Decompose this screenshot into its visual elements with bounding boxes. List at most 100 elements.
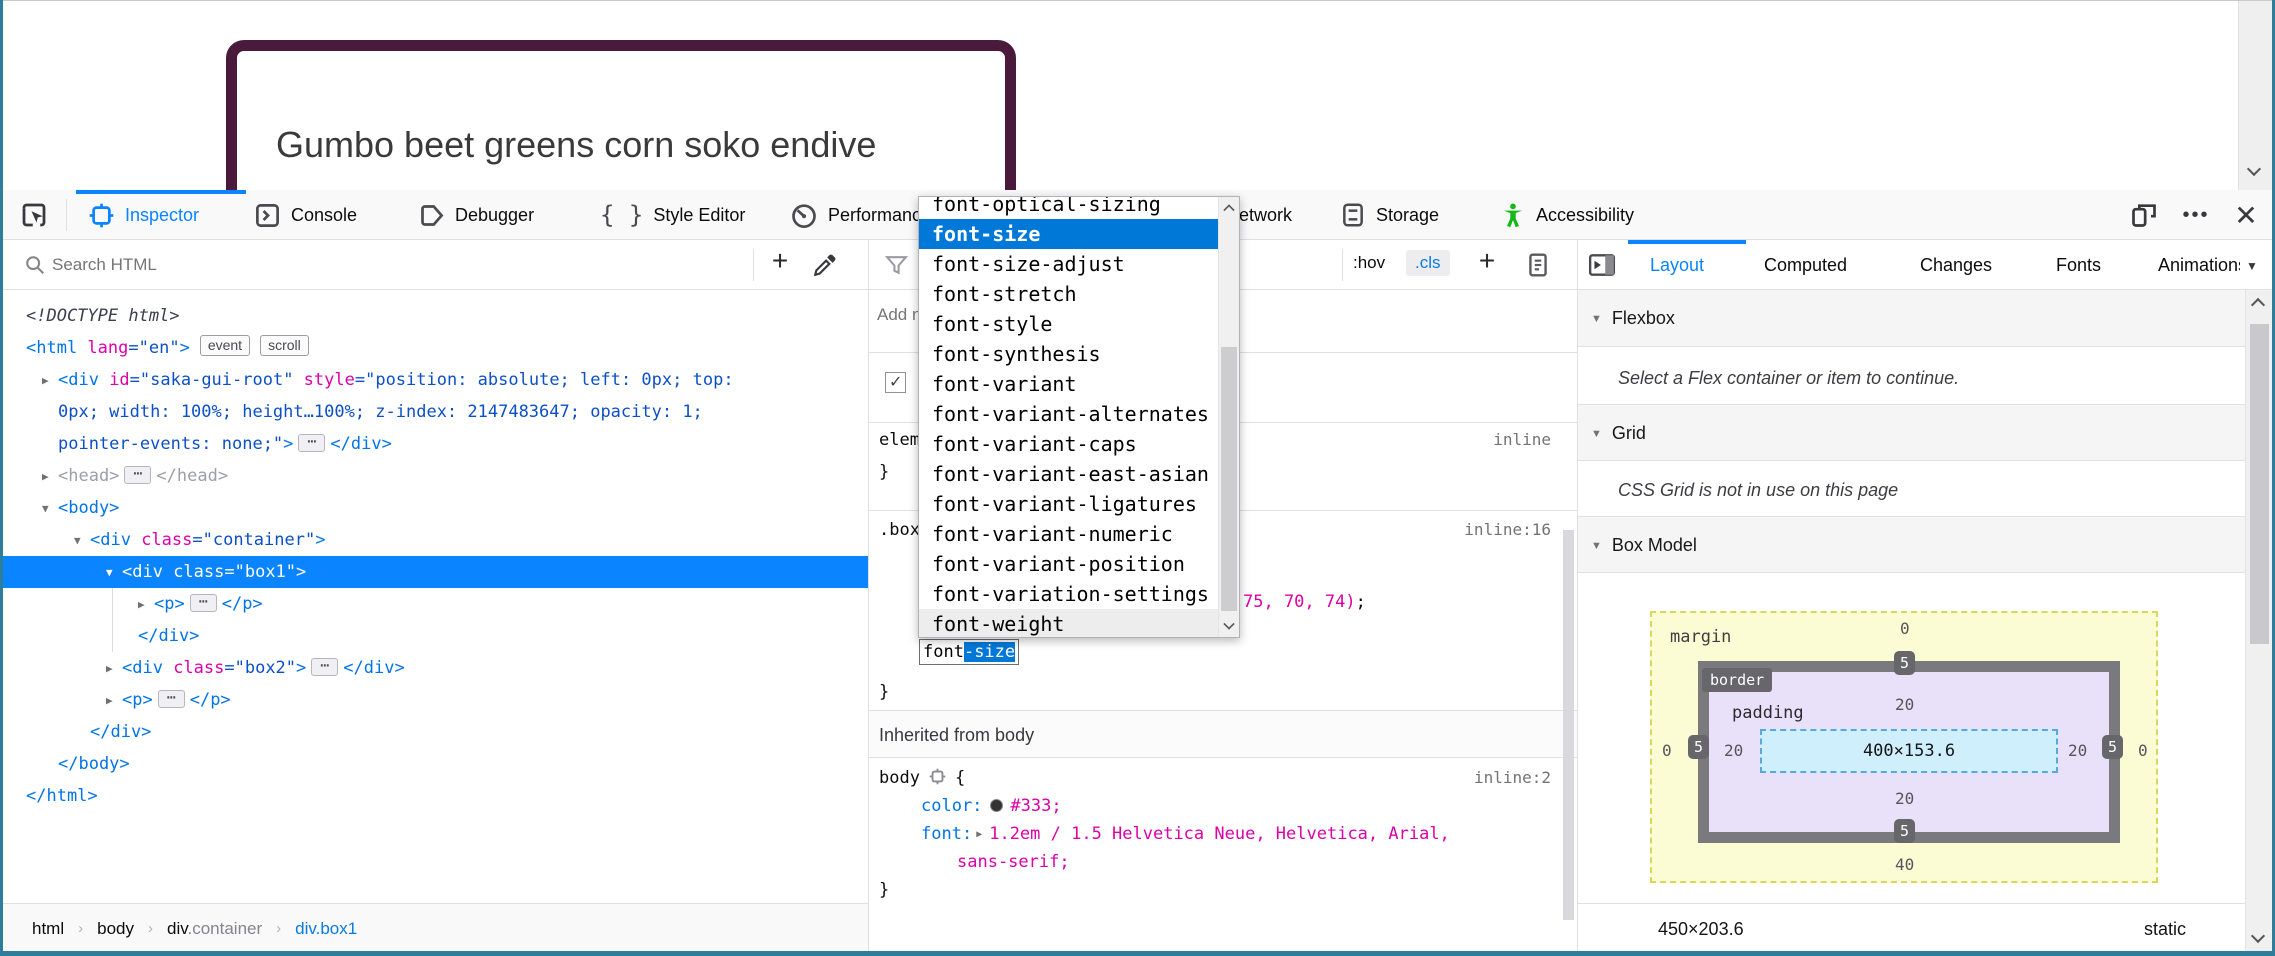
add-node-button[interactable]: + [762, 245, 798, 277]
border-left-value[interactable]: 5 [1688, 735, 1709, 759]
inline-expander-icon[interactable]: ⋯ [190, 594, 217, 612]
scroll-down-icon[interactable] [2247, 162, 2261, 176]
margin-left-value[interactable]: 0 [1662, 741, 1672, 760]
tab-storage[interactable]: Storage [1340, 190, 1439, 240]
tab-style-editor[interactable]: { } Style Editor [600, 190, 745, 240]
tree-row-box2[interactable]: ▶<div class="box2">⋯</div> [0, 652, 868, 684]
expand-arrow-icon[interactable]: ▶ [106, 685, 122, 717]
tab-animations[interactable]: Animations [2158, 240, 2240, 290]
inline-expander-icon[interactable]: ⋯ [124, 466, 151, 484]
tree-row-doctype[interactable]: <!DOCTYPE html> [0, 300, 868, 332]
margin-bottom-value[interactable]: 40 [1895, 855, 1914, 874]
scroll-down-icon[interactable] [1223, 618, 1234, 629]
body-rule-source-link[interactable]: inline:2 [1474, 768, 1551, 787]
autocomplete-item[interactable]: font-size-adjust [919, 249, 1219, 279]
tree-row-container-close[interactable]: </div> [0, 716, 868, 748]
body-rule-selector[interactable]: body{ [879, 764, 965, 792]
scroll-badge[interactable]: scroll [260, 335, 309, 356]
autocomplete-item[interactable]: font-variant-east-asian [919, 459, 1219, 489]
color-swatch[interactable] [990, 799, 1003, 812]
expand-shorthand-icon[interactable]: ▶ [976, 829, 982, 840]
body-color-declaration[interactable]: color:#333; [921, 792, 1062, 820]
page-scrollbar[interactable] [2238, 1, 2272, 190]
inline-expander-icon[interactable]: ⋯ [158, 690, 185, 708]
collapse-arrow-icon[interactable]: ▼ [74, 525, 90, 557]
scroll-up-icon[interactable] [1223, 204, 1234, 215]
tabs-overflow-icon[interactable]: ▼ [2246, 259, 2258, 273]
autocomplete-item[interactable]: font-variant [919, 369, 1219, 399]
filter-styles-icon[interactable] [884, 253, 909, 278]
tab-fonts[interactable]: Fonts [2056, 240, 2101, 290]
autocomplete-item[interactable]: font-variant-caps [919, 429, 1219, 459]
expand-arrow-icon[interactable]: ▶ [42, 365, 58, 397]
add-rule-button[interactable]: + [1469, 245, 1505, 277]
box-model-content[interactable]: 400×153.6 [1760, 729, 2058, 773]
tree-row-p-sibling[interactable]: ▶<p>⋯</p> [0, 684, 868, 716]
tree-row-saka-div[interactable]: ▶<div id="saka-gui-root" style="position… [0, 364, 868, 396]
tree-row-box1-close[interactable]: </div> [0, 620, 868, 652]
flexbox-section-header[interactable]: ▼Flexbox [1578, 290, 2272, 347]
margin-right-value[interactable]: 0 [2138, 741, 2148, 760]
rules-scrollbar-thumb[interactable] [1563, 530, 1574, 920]
padding-right-value[interactable]: 20 [2068, 741, 2087, 760]
breadcrumb-item-box1[interactable]: div.box1 [295, 919, 357, 939]
class-checkbox[interactable] [885, 372, 906, 393]
tab-debugger[interactable]: Debugger [418, 190, 534, 240]
autocomplete-item[interactable]: font-optical-sizing [919, 196, 1219, 219]
padding-bottom-value[interactable]: 20 [1895, 789, 1914, 808]
inline-expander-icon[interactable]: ⋯ [298, 434, 325, 452]
meatball-menu-button[interactable]: ••• [2174, 190, 2218, 240]
layout-scrollbar-thumb[interactable] [2250, 324, 2269, 644]
breadcrumb-item-html[interactable]: html [32, 919, 64, 939]
tab-console[interactable]: Console [254, 190, 357, 240]
box1-border-value-fragment[interactable]: 75, 70, 74); [1243, 588, 1366, 616]
event-badge[interactable]: event [200, 335, 250, 356]
tab-inspector[interactable]: Inspector [88, 190, 199, 240]
tab-performance[interactable]: Performance [790, 190, 931, 240]
autocomplete-item[interactable]: font-style [919, 309, 1219, 339]
close-devtools-button[interactable]: ✕ [2226, 190, 2266, 240]
search-input[interactable] [52, 248, 612, 282]
autocomplete-scrollbar-thumb[interactable] [1221, 347, 1237, 611]
scroll-down-icon[interactable] [2251, 929, 2265, 943]
padding-top-value[interactable]: 20 [1895, 695, 1914, 714]
tab-accessibility[interactable]: Accessibility [1500, 190, 1634, 240]
collapse-arrow-icon[interactable]: ▼ [106, 557, 122, 589]
autocomplete-item[interactable]: font-variant-ligatures [919, 489, 1219, 519]
padding-left-value[interactable]: 20 [1724, 741, 1743, 760]
border-right-value[interactable]: 5 [2102, 735, 2123, 759]
expand-arrow-icon[interactable]: ▶ [138, 589, 154, 621]
autocomplete-item[interactable]: font-variant-alternates [919, 399, 1219, 429]
autocomplete-item[interactable]: font-stretch [919, 279, 1219, 309]
property-name-input[interactable]: font-size [919, 639, 1019, 665]
margin-top-value[interactable]: 0 [1900, 619, 1910, 638]
tree-row-container[interactable]: ▼<div class="container"> [0, 524, 868, 556]
border-bottom-value[interactable]: 5 [1894, 819, 1915, 843]
sidebar-toggle-icon[interactable] [1588, 252, 1616, 278]
tab-changes[interactable]: Changes [1920, 240, 1992, 290]
autocomplete-item[interactable]: font-variation-settings [919, 579, 1219, 609]
tree-row-html[interactable]: <html lang="en">eventscroll [0, 332, 868, 364]
tree-row-body-close[interactable]: </body> [0, 748, 868, 780]
autocomplete-scrollbar[interactable] [1218, 197, 1239, 637]
responsive-design-mode-button[interactable] [2124, 190, 2164, 240]
element-rule-source-link[interactable]: inline [1493, 430, 1551, 449]
tab-computed[interactable]: Computed [1764, 240, 1847, 290]
tree-row-p-child[interactable]: ▶<p>⋯</p> [0, 588, 868, 620]
tree-row-body[interactable]: ▼<body> [0, 492, 868, 524]
autocomplete-item[interactable]: font-variant-position [919, 549, 1219, 579]
box-model-section-header[interactable]: ▼Box Model [1578, 517, 2272, 573]
print-simulation-button[interactable] [1525, 252, 1551, 278]
inline-expander-icon[interactable]: ⋯ [311, 658, 338, 676]
pseudo-class-panel-button[interactable]: :hov [1353, 253, 1385, 273]
autocomplete-item-selected[interactable]: font-size [919, 219, 1219, 249]
class-panel-button[interactable]: .cls [1406, 250, 1450, 276]
tree-row-head[interactable]: ▶<head>⋯</head> [0, 460, 868, 492]
collapse-arrow-icon[interactable]: ▼ [42, 493, 58, 525]
layout-scrollbar[interactable] [2245, 290, 2272, 953]
scroll-up-icon[interactable] [2251, 298, 2265, 312]
expand-arrow-icon[interactable]: ▶ [106, 653, 122, 685]
expand-arrow-icon[interactable]: ▶ [42, 461, 58, 493]
tree-row-html-close[interactable]: </html> [0, 780, 868, 812]
autocomplete-item[interactable]: font-synthesis [919, 339, 1219, 369]
